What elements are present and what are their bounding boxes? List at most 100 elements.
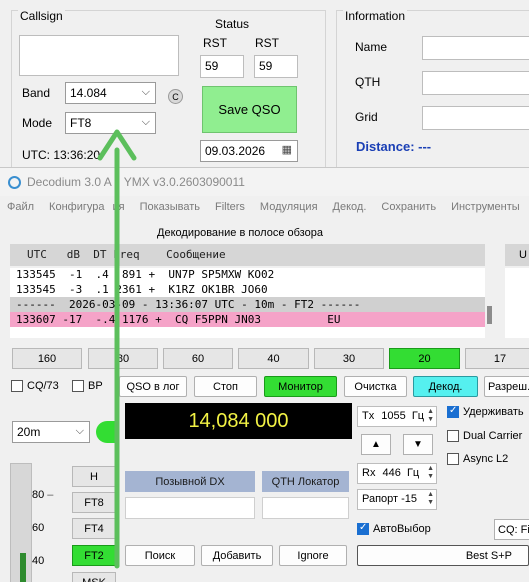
band-button-30[interactable]: 30 — [314, 348, 384, 369]
band-button-60[interactable]: 60 — [163, 348, 233, 369]
save-qso-button[interactable]: Save QSO — [202, 86, 297, 133]
async-l2-checkbox[interactable]: Async L2 — [447, 453, 508, 465]
checkbox-box[interactable] — [72, 380, 84, 392]
decodium-window: Decodium 3.0 A YMX v3.0.2603090011 Файл … — [0, 167, 529, 582]
decode-scrollbar[interactable] — [485, 268, 495, 338]
tx-label: Tx — [362, 410, 375, 422]
rx-frequency-spinbox[interactable]: Rx 446 Гц ▲ ▼ — [357, 463, 437, 484]
search-button[interactable]: Поиск — [125, 545, 195, 566]
decode-line[interactable]: 133607 -17 -.4 1176 + CQ F5PPN JN03 EU — [10, 312, 485, 327]
band-button-40[interactable]: 40 — [238, 348, 309, 369]
rst-rcvd-label: RST — [255, 36, 279, 50]
mode-label: Mode — [22, 116, 53, 130]
spin-arrows-icon[interactable]: ▲ ▼ — [427, 465, 434, 481]
tx-frequency-spinbox[interactable]: Tx 1055 Гц ▲ ▼ — [357, 406, 437, 427]
menu-file[interactable]: Файл — [7, 201, 34, 213]
mode-button-h[interactable]: H — [72, 466, 116, 487]
add-button[interactable]: Добавить — [201, 545, 273, 566]
dual-carrier-checkbox[interactable]: Dual Carrier — [447, 430, 522, 442]
name-label: Name — [355, 40, 388, 54]
stop-button[interactable]: Стоп — [194, 376, 257, 397]
band-button-20[interactable]: 20 — [389, 348, 460, 369]
menu-filters[interactable]: Filters — [215, 201, 245, 213]
c-button[interactable]: C — [168, 89, 183, 104]
report-spinbox[interactable]: Рапорт -15 ▲ ▼ — [357, 489, 437, 510]
hold-checkbox[interactable]: Удерживать — [447, 405, 524, 418]
tx-unit: Гц — [411, 410, 425, 422]
mode-button-msk[interactable]: MSK — [72, 572, 116, 582]
qso-log-button[interactable]: QSO в лог — [119, 376, 187, 397]
menu-tools[interactable]: Инструменты — [451, 201, 520, 213]
utc-clock: UTC: 13:36:20 — [22, 148, 101, 162]
decode-button[interactable]: Декод. — [413, 376, 478, 397]
spin-arrows-icon[interactable]: ▲ ▼ — [427, 408, 434, 424]
dual-carrier-label: Dual Carrier — [463, 430, 523, 442]
report-value: Рапорт -15 — [362, 493, 418, 505]
rst-sent-label: RST — [203, 36, 227, 50]
checkbox-box[interactable] — [357, 522, 369, 535]
checkbox-box[interactable] — [447, 430, 459, 442]
date-picker[interactable]: 09.03.2026 ▦ — [200, 140, 298, 162]
spin-arrows-icon[interactable]: ▲ ▼ — [427, 491, 434, 507]
decode-list[interactable]: 133545 -1 .4 891 + UN7P SP5MXW KO02 13354… — [10, 268, 485, 338]
mode-button-ft2[interactable]: FT2 — [72, 545, 116, 566]
checkbox-box[interactable] — [447, 453, 459, 465]
menu-modulation[interactable]: Модуляция — [260, 201, 318, 213]
rst-sent-input[interactable]: 59 — [200, 55, 244, 78]
band-button-160[interactable]: 160 — [12, 348, 82, 369]
decode-line[interactable]: 133545 -3 .1 2361 + K1RZ OK1BR JO60 — [10, 282, 485, 297]
menu-view[interactable]: Показывать — [140, 201, 200, 213]
qth-input[interactable] — [422, 71, 529, 95]
rx-label: Rx — [362, 467, 376, 479]
async-l2-label: Async L2 — [463, 453, 509, 465]
decode-line[interactable]: ------ 2026-03-09 - 13:36:07 UTC - 10m -… — [10, 297, 485, 312]
distance-readout: Distance: --- — [356, 139, 432, 154]
scrollbar-thumb[interactable] — [487, 306, 492, 324]
auto-select-checkbox[interactable]: АвтоВыбор — [357, 522, 431, 535]
mode-button-ft8[interactable]: FT8 — [72, 492, 116, 513]
callsign-input[interactable] — [19, 35, 179, 76]
down-button[interactable]: ▼ — [403, 434, 433, 455]
band-activity-title: Декодирование в полосе обзора — [157, 227, 323, 239]
band-button-17[interactable]: 17 — [465, 348, 529, 369]
menu-config-tail[interactable]: ия — [112, 201, 124, 213]
bp-checkbox[interactable]: BP — [72, 380, 103, 392]
menu-decode[interactable]: Декод. — [333, 201, 367, 213]
up-button[interactable]: ▲ — [361, 434, 391, 455]
best-sp-button[interactable]: Best S+P — [357, 545, 529, 566]
rst-rcvd-input[interactable]: 59 — [254, 55, 298, 78]
qth-label: QTH — [355, 75, 381, 89]
checkbox-box[interactable] — [11, 380, 23, 392]
chevron-down-icon: ⌵ — [75, 425, 84, 437]
window-titlebar[interactable]: Decodium 3.0 A YMX v3.0.2603090011 — [0, 168, 529, 196]
decode-line[interactable]: 133545 -1 .4 891 + UN7P SP5MXW KO02 — [10, 268, 485, 282]
band-combo[interactable]: 14.084 ⌵ — [65, 82, 156, 104]
cq-filter-field[interactable]: CQ: Fi — [494, 519, 529, 540]
menu-config[interactable]: Конфигура — [49, 201, 104, 213]
information-group-title: Information — [343, 9, 408, 23]
monitor-button[interactable]: Монитор — [264, 376, 337, 397]
dx-call-input[interactable] — [125, 497, 255, 519]
rx-frequency-list[interactable] — [505, 268, 529, 338]
band-select[interactable]: 20m ⌵ — [12, 421, 90, 443]
name-input[interactable] — [422, 36, 529, 60]
signal-level-meter — [10, 463, 32, 582]
mode-button-ft4[interactable]: FT4 — [72, 518, 116, 539]
menu-save[interactable]: Сохранить — [381, 201, 436, 213]
chevron-down-icon: ⌵ — [141, 86, 150, 98]
ignore-button[interactable]: Ignore — [279, 545, 347, 566]
status-title: Status — [215, 17, 250, 31]
callsign-group-title: Callsign — [18, 9, 65, 23]
dx-call-header: Позывной DX — [125, 471, 255, 492]
calendar-icon[interactable]: ▦ — [282, 143, 292, 157]
enable-tx-button[interactable]: Разреш... — [484, 376, 529, 397]
dx-grid-input[interactable] — [262, 497, 349, 519]
cq73-checkbox[interactable]: CQ/73 — [11, 380, 59, 392]
clear-button[interactable]: Очистка — [344, 376, 407, 397]
mode-combo[interactable]: FT8 ⌵ — [65, 112, 156, 134]
grid-label: Grid — [355, 110, 378, 124]
tune-indicator[interactable] — [96, 421, 116, 443]
band-button-80[interactable]: 80 — [88, 348, 158, 369]
grid-input[interactable] — [422, 106, 529, 130]
checkbox-box[interactable] — [447, 405, 459, 418]
